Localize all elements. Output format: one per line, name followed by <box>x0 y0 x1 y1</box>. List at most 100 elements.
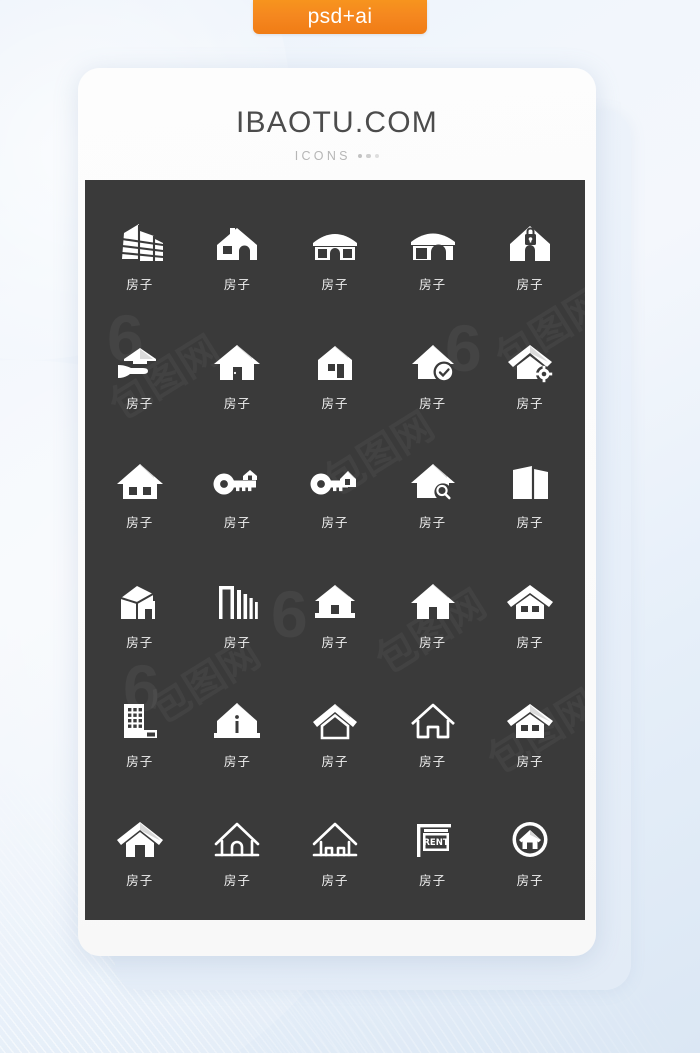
house-line-door-icon <box>406 696 460 744</box>
icon-label: 房子 <box>223 873 251 889</box>
icon-cell[interactable]: 房子 <box>91 435 189 554</box>
icon-panel: 包图网 包图网 包图网 包图网 包图网 包图网 6 6 6 6 <box>85 180 585 920</box>
psd-ai-badge: psd+ai <box>253 0 427 34</box>
icon-cell[interactable]: 房子 <box>189 673 287 792</box>
icon-set-card: IBAOTU.COM ICONS 包图网 包图网 包图网 包图网 包图网 包图网… <box>78 68 596 956</box>
icon-label: 房子 <box>419 515 447 531</box>
icon-cell[interactable]: 房子 <box>384 196 482 315</box>
card-subtitle-row: ICONS <box>295 149 380 163</box>
icon-cell[interactable]: 房子 <box>189 554 287 673</box>
page-root: psd+ai IBAOTU.COM ICONS 包图网 包图网 包图网 包图网 … <box>0 0 700 1053</box>
icon-label: 房子 <box>516 634 544 650</box>
icon-label: 房子 <box>126 634 154 650</box>
icon-cell[interactable]: 房子 <box>481 196 579 315</box>
icon-label: 房子 <box>321 515 349 531</box>
page-title: IBAOTU.COM <box>235 106 438 139</box>
house-tall-door-icon <box>406 577 460 625</box>
icon-cell[interactable]: 房子 <box>286 196 384 315</box>
rent-sign-icon: RENT <box>406 815 460 863</box>
icon-cell[interactable]: 房子 <box>481 673 579 792</box>
icon-label: 房子 <box>321 634 349 650</box>
icon-label: 房子 <box>126 515 154 531</box>
house-outline-windows-icon <box>503 577 557 625</box>
house-wide-door-icon <box>308 577 362 625</box>
icon-cell[interactable]: 房子 <box>286 673 384 792</box>
icon-cell[interactable]: 房子 <box>481 554 579 673</box>
icon-cell[interactable]: 房子 <box>481 315 579 434</box>
house-two-windows-icon <box>113 457 167 505</box>
icon-label: 房子 <box>321 276 349 292</box>
icon-cell[interactable]: RENT 房子 <box>384 793 482 912</box>
icon-label: 房子 <box>126 276 154 292</box>
icon-cell[interactable]: 房子 <box>189 315 287 434</box>
hand-holding-house-icon <box>113 338 167 386</box>
icon-label: 房子 <box>223 276 251 292</box>
icon-cell[interactable]: 房子 <box>189 435 287 554</box>
house-gear-icon <box>503 338 557 386</box>
icon-grid: 房子 房子 房子 房子 房子 房子 房子 房子 房子 房子 房子 房子 房子 房… <box>85 180 585 920</box>
house-search-icon <box>406 457 460 505</box>
subtitle-dots-decoration <box>357 153 380 159</box>
house-window-door-icon <box>308 338 362 386</box>
icon-label: 房子 <box>516 515 544 531</box>
house-arch-garage-icon <box>406 219 460 267</box>
icon-cell[interactable]: 房子 <box>286 435 384 554</box>
icon-cell[interactable]: 房子 <box>384 315 482 434</box>
house-lock-icon <box>503 219 557 267</box>
modern-building-icon <box>113 219 167 267</box>
office-tower-icon <box>113 696 167 744</box>
icon-label: 房子 <box>126 873 154 889</box>
icon-cell[interactable]: 房子 <box>189 793 287 912</box>
icon-label: 房子 <box>419 276 447 292</box>
icon-label: 房子 <box>223 395 251 411</box>
icon-label: 房子 <box>126 753 154 769</box>
key-house-outline-icon <box>308 457 362 505</box>
icon-label: 房子 <box>516 873 544 889</box>
icon-label: 房子 <box>419 634 447 650</box>
icon-cell[interactable]: 房子 <box>286 793 384 912</box>
icon-cell[interactable]: 房子 <box>91 196 189 315</box>
icon-cell[interactable]: 房子 <box>91 315 189 434</box>
house-circle-icon <box>503 815 557 863</box>
icon-label: 房子 <box>516 753 544 769</box>
icon-label: 房子 <box>516 276 544 292</box>
icon-label: 房子 <box>223 753 251 769</box>
house-door-window-icon <box>210 338 264 386</box>
building-columns-icon <box>210 577 264 625</box>
house-outline-window-icon <box>308 815 362 863</box>
icon-cell[interactable]: 房子 <box>286 554 384 673</box>
icon-label: 房子 <box>321 395 349 411</box>
icon-cell[interactable]: 房子 <box>189 196 287 315</box>
card-subtitle: ICONS <box>294 149 351 163</box>
icon-label: 房子 <box>419 753 447 769</box>
house-solid-door-icon <box>113 815 167 863</box>
card-header: IBAOTU.COM ICONS <box>78 68 596 180</box>
cube-house-icon <box>113 577 167 625</box>
icon-label: 房子 <box>516 395 544 411</box>
icon-cell[interactable]: 房子 <box>91 673 189 792</box>
villa-two-windows-icon <box>308 219 362 267</box>
psd-ai-badge-label: psd+ai <box>307 5 373 28</box>
icon-label: 房子 <box>321 753 349 769</box>
icon-label: 房子 <box>419 873 447 889</box>
icon-cell[interactable]: 房子 <box>384 673 482 792</box>
icon-cell[interactable]: 房子 <box>481 793 579 912</box>
icon-cell[interactable]: 房子 <box>481 435 579 554</box>
house-outline-icon <box>308 696 362 744</box>
house-outline-arch-icon <box>210 815 264 863</box>
icon-cell[interactable]: 房子 <box>91 793 189 912</box>
icon-label: 房子 <box>321 873 349 889</box>
icon-cell[interactable]: 房子 <box>384 435 482 554</box>
icon-label: 房子 <box>126 395 154 411</box>
key-house-solid-icon <box>210 457 264 505</box>
icon-cell[interactable]: 房子 <box>91 554 189 673</box>
house-info-icon <box>210 696 264 744</box>
house-chimney-icon <box>210 219 264 267</box>
house-check-badge-icon <box>406 338 460 386</box>
icon-label: 房子 <box>223 634 251 650</box>
icon-cell[interactable]: 房子 <box>286 315 384 434</box>
rent-sign-text: RENT <box>423 839 448 849</box>
icon-cell[interactable]: 房子 <box>384 554 482 673</box>
house-roof-windows-icon <box>503 696 557 744</box>
icon-label: 房子 <box>223 515 251 531</box>
